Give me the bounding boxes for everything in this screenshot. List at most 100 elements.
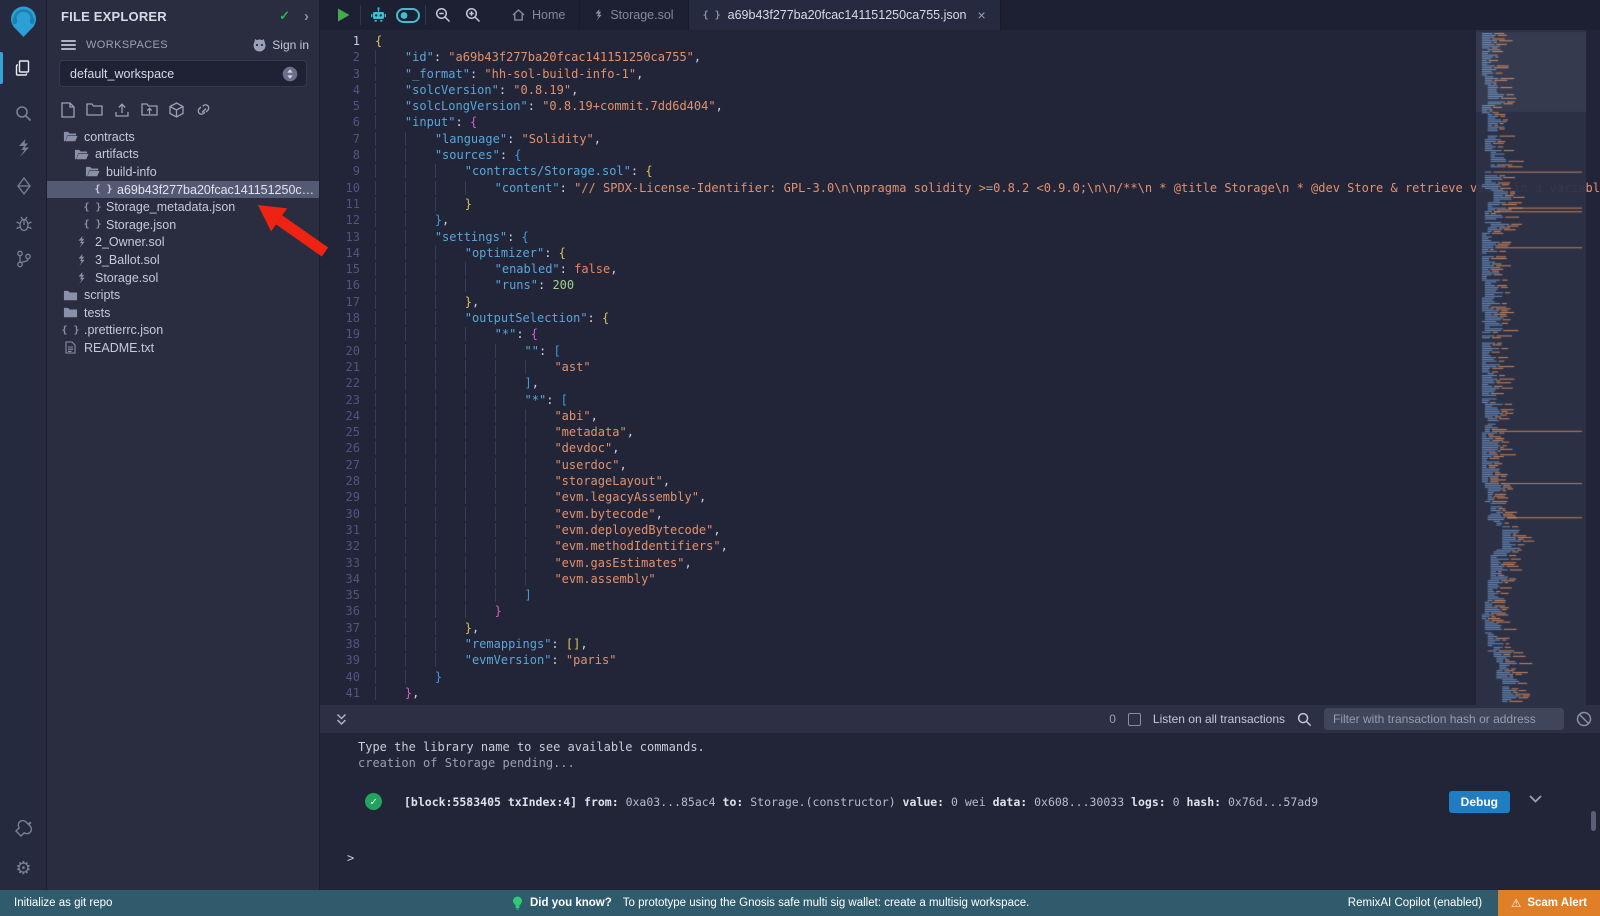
line-number[interactable]: 32 [320, 538, 375, 554]
code-line-32[interactable]: 32 "evm.methodIdentifiers", [320, 538, 1600, 554]
line-number[interactable]: 23 [320, 392, 375, 408]
code-line-28[interactable]: 28 "storageLayout", [320, 473, 1600, 489]
copilot-toggle[interactable] [393, 0, 423, 30]
code-line-36[interactable]: 36 } [320, 603, 1600, 619]
code-line-24[interactable]: 24 "abi", [320, 408, 1600, 424]
code-line-19[interactable]: 19 "*": { [320, 326, 1600, 342]
zoom-in-icon[interactable] [458, 0, 488, 30]
code-line-25[interactable]: 25 "metadata", [320, 424, 1600, 440]
line-number[interactable]: 18 [320, 310, 375, 326]
code-line-13[interactable]: 13 "settings": { [320, 229, 1600, 245]
tree-item-3-ballot-sol[interactable]: 3_Ballot.sol [47, 251, 319, 269]
line-number[interactable]: 17 [320, 294, 375, 310]
line-number[interactable]: 10 [320, 180, 375, 196]
line-number[interactable]: 35 [320, 587, 375, 603]
line-number[interactable]: 25 [320, 424, 375, 440]
transaction-log-row[interactable]: ✓ [block:5583405 txIndex:4] from: 0xa03.… [365, 793, 1430, 810]
line-number[interactable]: 15 [320, 261, 375, 277]
code-line-5[interactable]: 5 "solcLongVersion": "0.8.19+commit.7dd6… [320, 98, 1600, 114]
code-line-16[interactable]: 16 "runs": 200 [320, 277, 1600, 293]
code-line-4[interactable]: 4 "solcVersion": "0.8.19", [320, 82, 1600, 98]
line-number[interactable]: 12 [320, 212, 375, 228]
upload-file-icon[interactable] [114, 102, 130, 118]
scam-alert-badge[interactable]: ⚠ Scam Alert [1498, 890, 1600, 916]
code-line-37[interactable]: 37 }, [320, 620, 1600, 636]
line-number[interactable]: 20 [320, 343, 375, 359]
code-line-41[interactable]: 41 }, [320, 685, 1600, 701]
search-icon[interactable] [0, 97, 47, 129]
git-branch-icon[interactable] [0, 243, 47, 275]
code-line-38[interactable]: 38 "remappings": [], [320, 636, 1600, 652]
line-number[interactable]: 26 [320, 440, 375, 456]
code-line-3[interactable]: 3 "_format": "hh-sol-build-info-1", [320, 66, 1600, 82]
code-line-27[interactable]: 27 "userdoc", [320, 457, 1600, 473]
code-line-21[interactable]: 21 "ast" [320, 359, 1600, 375]
line-number[interactable]: 9 [320, 163, 375, 179]
transaction-filter-input[interactable] [1324, 708, 1564, 730]
tx-expand-chevron-icon[interactable] [1529, 795, 1542, 803]
line-number[interactable]: 2 [320, 49, 375, 65]
line-number[interactable]: 28 [320, 473, 375, 489]
tree-item-artifacts[interactable]: artifacts [47, 146, 319, 164]
code-line-6[interactable]: 6 "input": { [320, 114, 1600, 130]
line-number[interactable]: 22 [320, 375, 375, 391]
tab-close-icon[interactable]: × [978, 7, 986, 23]
file-explorer-icon[interactable] [0, 52, 47, 84]
terminal[interactable]: Type the library name to see available c… [320, 733, 1600, 890]
tab-storage-sol[interactable]: Storage.sol [580, 0, 688, 30]
line-number[interactable]: 5 [320, 98, 375, 114]
code-line-9[interactable]: 9 "contracts/Storage.sol": { [320, 163, 1600, 179]
tree-item-readme-txt[interactable]: README.txt [47, 339, 319, 357]
code-line-22[interactable]: 22 ], [320, 375, 1600, 391]
code-line-7[interactable]: 7 "language": "Solidity", [320, 131, 1600, 147]
line-number[interactable]: 3 [320, 66, 375, 82]
tree-item-2-owner-sol[interactable]: 2_Owner.sol [47, 234, 319, 252]
run-script-play-icon[interactable] [328, 0, 358, 30]
settings-gear-icon[interactable]: ⚙ [0, 852, 47, 884]
github-sign-in-button[interactable]: Sign in [252, 38, 309, 52]
code-line-23[interactable]: 23 "*": [ [320, 392, 1600, 408]
tree-item-tests[interactable]: tests [47, 304, 319, 322]
tree-item-storage-json[interactable]: { }Storage.json [47, 216, 319, 234]
chevron-right-icon[interactable]: › [304, 8, 309, 25]
line-number[interactable]: 36 [320, 603, 375, 619]
code-line-29[interactable]: 29 "evm.legacyAssembly", [320, 489, 1600, 505]
code-line-34[interactable]: 34 "evm.assembly" [320, 571, 1600, 587]
workspaces-menu-icon[interactable] [61, 38, 76, 52]
box-icon[interactable] [169, 102, 184, 118]
terminal-scrollbar[interactable] [1591, 811, 1596, 831]
terminal-prompt[interactable]: > [347, 851, 354, 865]
line-number[interactable]: 41 [320, 685, 375, 701]
tree-item-contracts[interactable]: contracts [47, 128, 319, 146]
tree-item-build-info[interactable]: build-info [47, 163, 319, 181]
line-number[interactable]: 16 [320, 277, 375, 293]
code-line-33[interactable]: 33 "evm.gasEstimates", [320, 555, 1600, 571]
listen-all-transactions-checkbox[interactable] [1128, 713, 1141, 726]
code-editor[interactable]: 1{2 "id": "a69b43f277ba20fcac141151250ca… [320, 30, 1600, 705]
line-number[interactable]: 4 [320, 82, 375, 98]
code-line-8[interactable]: 8 "sources": { [320, 147, 1600, 163]
line-number[interactable]: 29 [320, 489, 375, 505]
code-line-18[interactable]: 18 "outputSelection": { [320, 310, 1600, 326]
code-line-2[interactable]: 2 "id": "a69b43f277ba20fcac141151250ca75… [320, 49, 1600, 65]
zoom-out-icon[interactable] [428, 0, 458, 30]
terminal-collapse-icon[interactable] [336, 713, 347, 726]
code-line-15[interactable]: 15 "enabled": false, [320, 261, 1600, 277]
code-line-12[interactable]: 12 }, [320, 212, 1600, 228]
workspace-select[interactable]: default_workspace [59, 60, 307, 87]
line-number[interactable]: 34 [320, 571, 375, 587]
code-line-40[interactable]: 40 } [320, 669, 1600, 685]
line-number[interactable]: 8 [320, 147, 375, 163]
code-line-31[interactable]: 31 "evm.deployedBytecode", [320, 522, 1600, 538]
debug-button[interactable]: Debug [1449, 791, 1510, 813]
code-line-10[interactable]: 10 "content": "// SPDX-License-Identifie… [320, 180, 1600, 196]
line-number[interactable]: 1 [320, 33, 375, 49]
debugger-bug-icon[interactable] [0, 207, 47, 239]
line-number[interactable]: 11 [320, 196, 375, 212]
ai-copilot-robot-icon[interactable] [363, 0, 393, 30]
solidity-compiler-icon[interactable] [0, 132, 47, 164]
tree-item-storage-metadata-json[interactable]: { }Storage_metadata.json [47, 198, 319, 216]
code-line-17[interactable]: 17 }, [320, 294, 1600, 310]
tab-home[interactable]: Home [498, 0, 580, 30]
plugin-manager-icon[interactable] [0, 812, 47, 844]
